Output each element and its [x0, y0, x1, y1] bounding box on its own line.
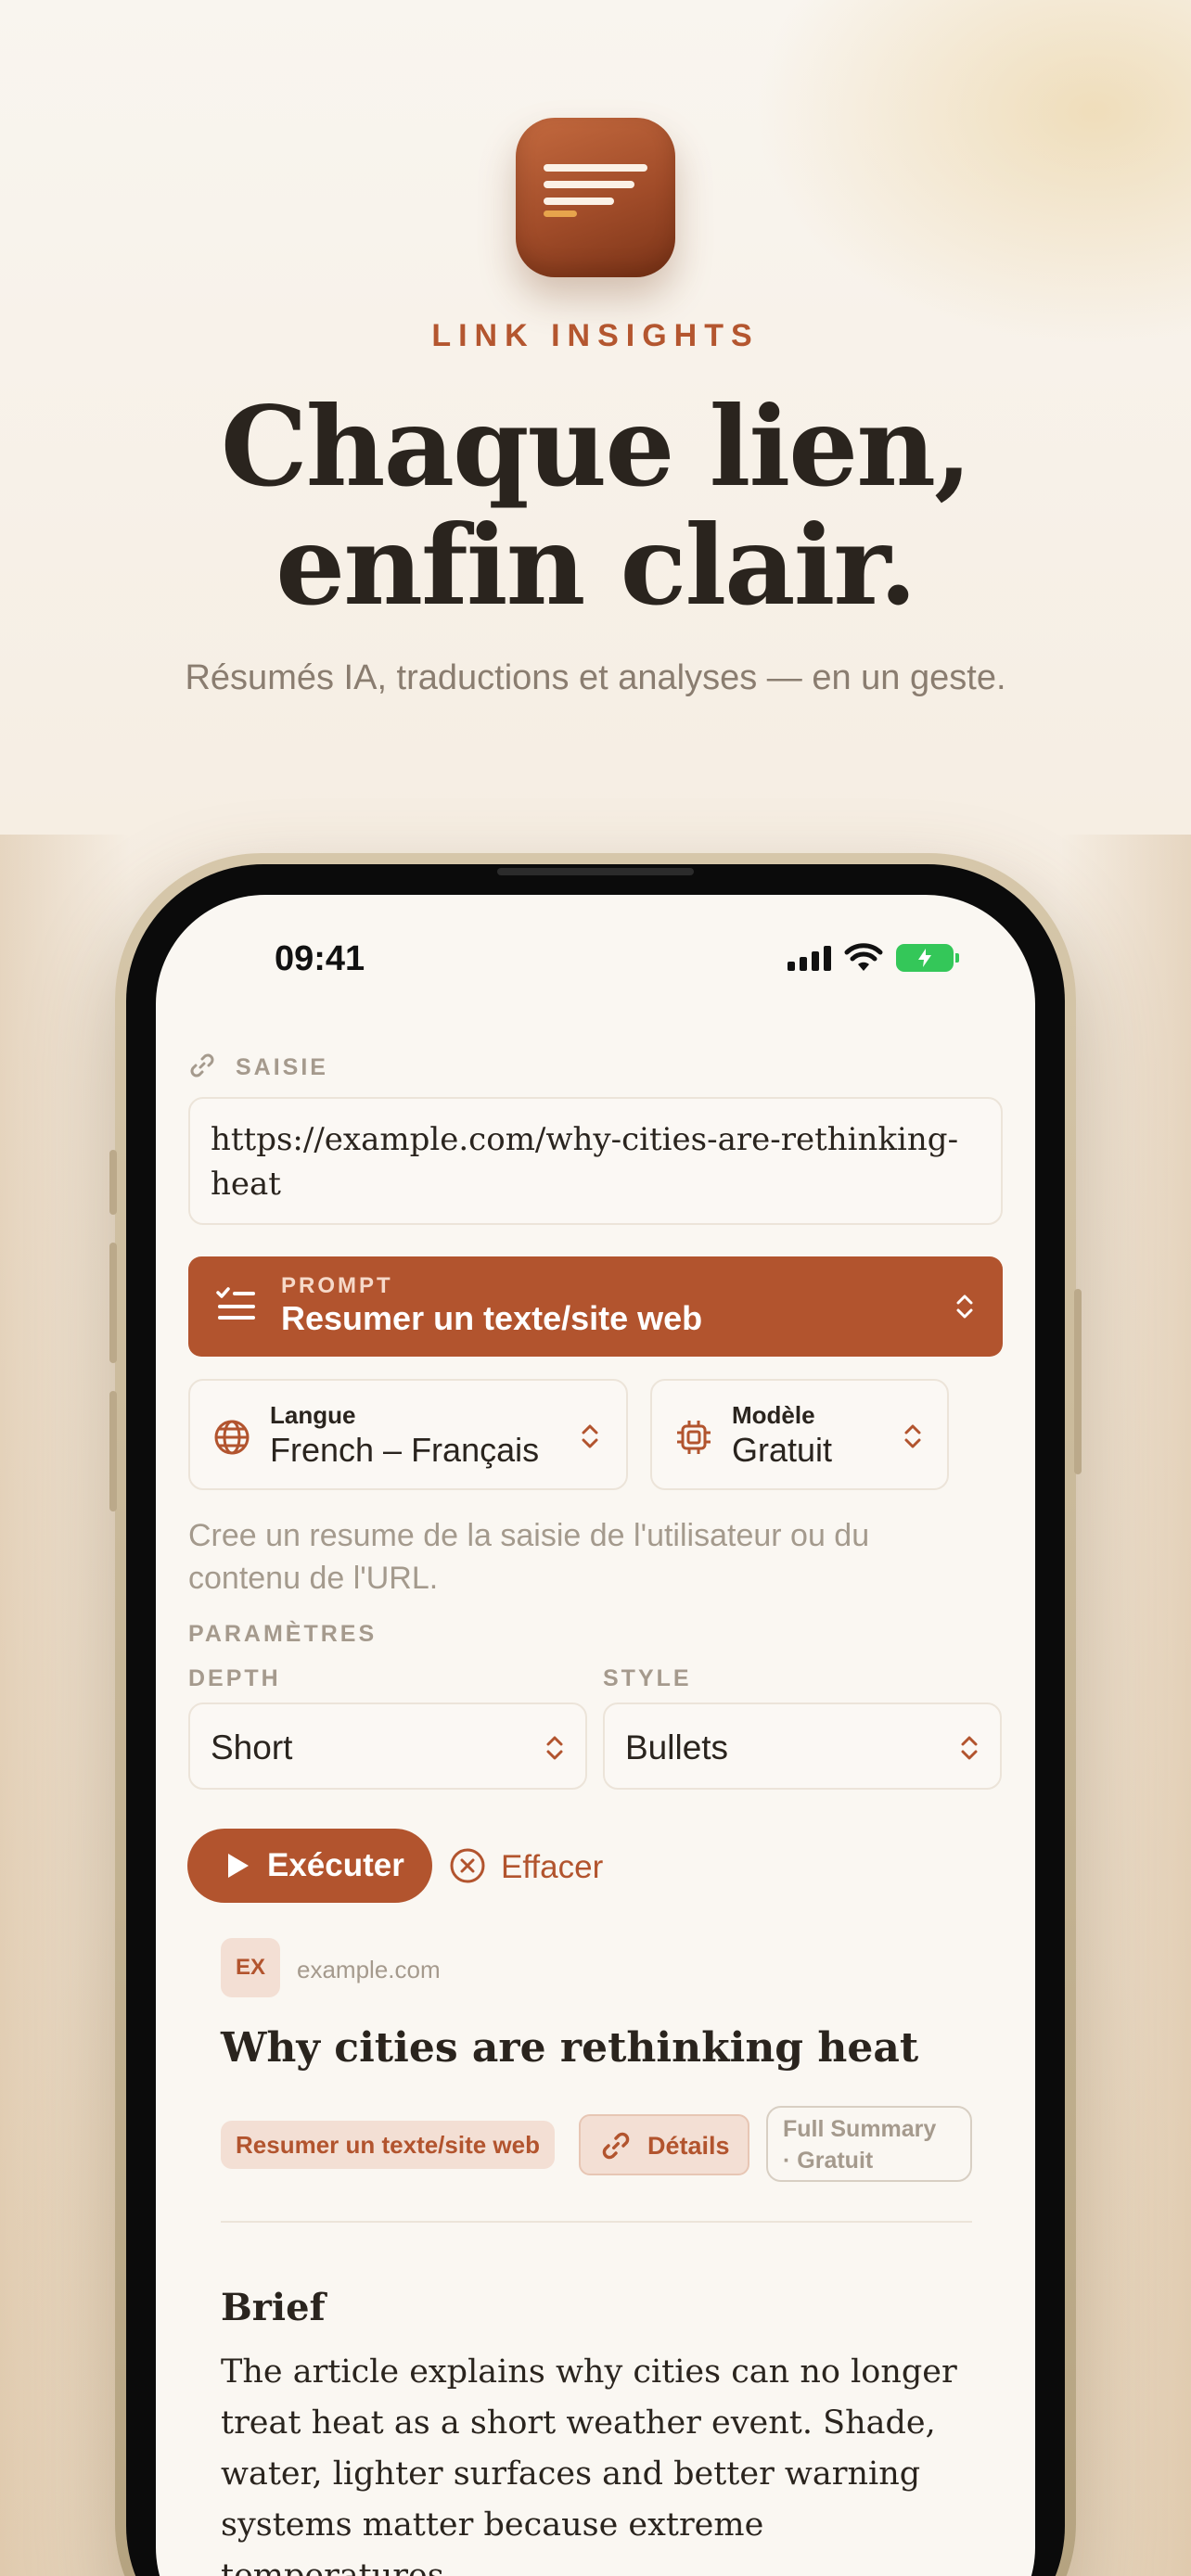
brand-name: LINK INSIGHTS	[431, 318, 760, 353]
headline-line-1: Chaque lien,	[220, 382, 972, 511]
mode-tag: Full Summary · Gratuit	[766, 2106, 972, 2182]
model-value: Gratuit	[732, 1431, 833, 1469]
favicon-badge: EX	[221, 1938, 280, 1997]
language-value: French – Français	[270, 1431, 540, 1469]
chevron-up-down-icon	[904, 1424, 921, 1448]
link-icon	[190, 1053, 214, 1078]
details-button-label: Détails	[647, 2132, 730, 2160]
app-icon	[516, 118, 675, 277]
prompt-description: Cree un resume de la saisie de l'utilisa…	[188, 1518, 870, 1596]
battery-charging-icon	[896, 944, 959, 972]
run-button[interactable]: Exécuter	[187, 1829, 432, 1903]
background-shade-left	[0, 835, 130, 2576]
style-select[interactable]: Bullets	[603, 1702, 1002, 1790]
model-selector[interactable]: Modèle Gratuit	[650, 1379, 949, 1490]
mode-tag-line-1: Full Summary	[783, 2116, 937, 2142]
globe-icon	[214, 1420, 250, 1455]
headline: Chaque lien, enfin clair.	[0, 388, 1191, 625]
brief-heading: Brief	[221, 2286, 326, 2329]
wifi-icon	[844, 943, 883, 971]
mode-tag-line-2: · Gratuit	[783, 2148, 874, 2174]
chevron-up-down-icon	[961, 1736, 978, 1760]
phone-mute-switch	[109, 1150, 117, 1215]
depth-value: Short	[211, 1728, 293, 1766]
link-icon	[602, 2132, 630, 2160]
result-title: Why cities are rethinking heat	[221, 2024, 919, 2072]
depth-select[interactable]: Short	[188, 1702, 587, 1790]
run-button-label: Exécuter	[267, 1847, 404, 1883]
background-shade-right	[1061, 835, 1191, 2576]
chevron-up-down-icon	[546, 1736, 563, 1760]
prompt-kicker: PROMPT	[281, 1273, 393, 1298]
cpu-icon	[677, 1421, 711, 1454]
divider	[221, 2221, 972, 2223]
result-domain: example.com	[297, 1956, 441, 1983]
phone-volume-up	[109, 1243, 117, 1363]
input-section-label: SAISIE	[236, 1054, 328, 1080]
chevron-up-down-icon	[582, 1424, 598, 1448]
signal-icon	[788, 945, 831, 971]
model-label: Modèle	[732, 1401, 815, 1429]
details-button[interactable]: Détails	[579, 2114, 749, 2175]
phone-volume-down	[109, 1391, 117, 1511]
result-card: EX example.com Why cities are rethinking…	[187, 1924, 1004, 2576]
prompt-tag: Resumer un texte/site web	[221, 2121, 555, 2169]
checklist-icon	[216, 1287, 255, 1320]
brief-text: The article explains why cities can no l…	[221, 2353, 957, 2576]
style-label: STYLE	[603, 1665, 692, 1691]
subtitle: Résumés IA, traductions et analyses — en…	[185, 658, 1006, 697]
clear-button-label: Effacer	[501, 1849, 604, 1885]
style-value: Bullets	[625, 1728, 729, 1766]
status-icons	[788, 943, 959, 973]
parameters-section-label: PARAMÈTRES	[188, 1621, 378, 1647]
play-icon	[228, 1854, 249, 1878]
status-time: 09:41	[275, 939, 365, 978]
phone-power-button	[1074, 1289, 1082, 1474]
language-selector[interactable]: Langue French – Français	[188, 1379, 628, 1490]
prompt-value: Resumer un texte/site web	[281, 1299, 703, 1337]
depth-label: DEPTH	[188, 1665, 281, 1691]
headline-line-2: enfin clair.	[275, 501, 917, 630]
url-input[interactable]: https://example.com/why-cities-are-rethi…	[188, 1097, 1003, 1225]
chevron-up-down-icon	[956, 1294, 973, 1319]
prompt-selector[interactable]: PROMPT Resumer un texte/site web	[188, 1256, 1003, 1357]
phone-speaker	[497, 868, 694, 875]
clear-circle-icon	[450, 1848, 485, 1883]
phone-screen: 09:41 SAISIE https://example.com/why-cit…	[156, 895, 1035, 2576]
language-label: Langue	[270, 1401, 356, 1429]
